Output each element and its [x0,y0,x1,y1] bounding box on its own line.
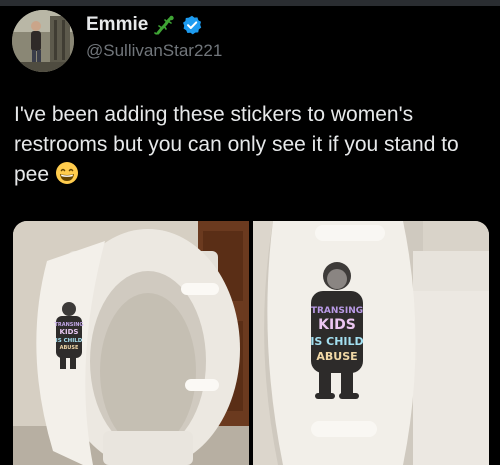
sticker-small-line-3: IS CHILD [56,338,83,344]
verified-badge-icon[interactable] [182,15,202,35]
tweet-media[interactable]: TRANSING KIDS IS CHILD ABUSE TRANSING KI… [13,221,489,465]
sticker-large-line-1: TRANSING [311,306,363,316]
avatar-photo [12,10,74,72]
photo-sticker-closeup[interactable]: TRANSING KIDS IS CHILD ABUSE [253,221,489,465]
author-handle[interactable]: @SullivanStar221 [86,41,222,61]
sticker-small-line-2: KIDS [60,328,79,336]
photo-left-image: TRANSING KIDS IS CHILD ABUSE [13,221,249,465]
lizard-icon [154,15,175,35]
tweet-text: I've been adding these stickers to women… [14,100,484,190]
avatar[interactable] [12,10,74,72]
author-name-row: Emmie [86,14,202,36]
photo-toilet-wide[interactable]: TRANSING KIDS IS CHILD ABUSE [13,221,249,465]
tweet-body: I've been adding these stickers to women… [14,103,459,186]
sticker-large-line-3: IS CHILD [310,335,363,348]
grinning-face-icon [55,162,78,184]
photo-right-image: TRANSING KIDS IS CHILD ABUSE [253,221,489,465]
sticker-large-line-4: ABUSE [316,350,357,363]
author-name[interactable]: Emmie [86,14,148,36]
sticker-large-line-2: KIDS [318,317,356,333]
top-divider [0,0,500,6]
sticker-small-line-4: ABUSE [60,345,79,351]
